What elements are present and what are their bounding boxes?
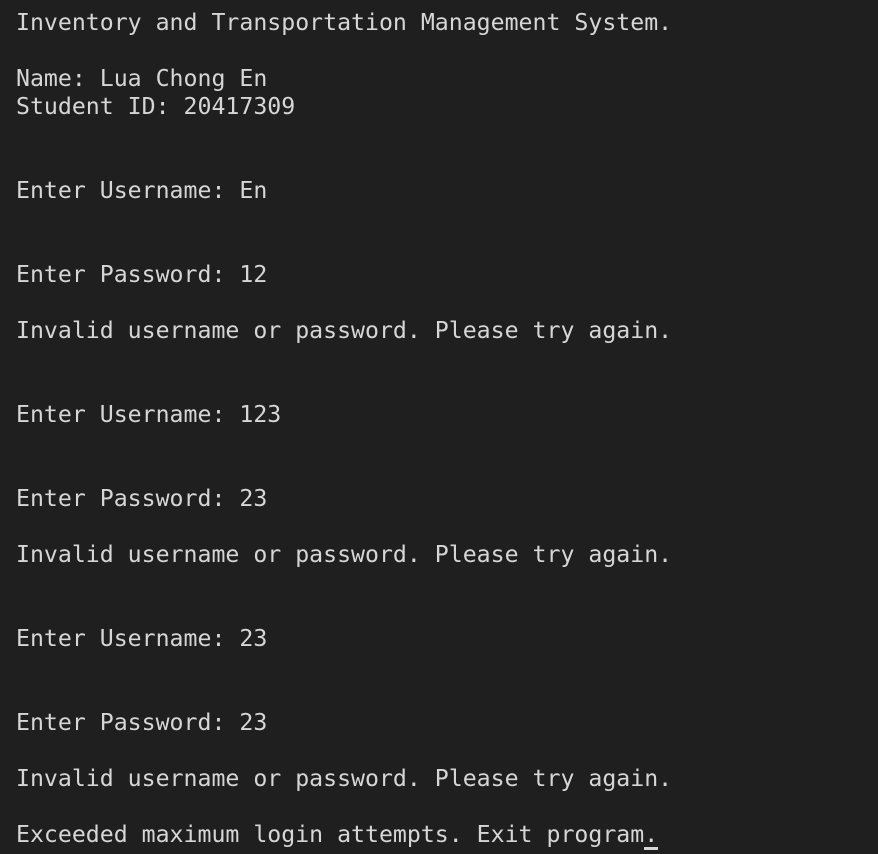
terminal-output: Inventory and Transportation Management … bbox=[16, 9, 673, 850]
terminal-line: Enter Username: 23 bbox=[16, 625, 268, 652]
terminal-line: Invalid username or password. Please try… bbox=[16, 765, 673, 792]
terminal-line: Invalid username or password. Please try… bbox=[16, 541, 673, 568]
terminal-line: Enter Username: 123 bbox=[16, 401, 282, 428]
terminal-line: Exceeded maximum login attempts. Exit pr… bbox=[16, 821, 659, 850]
terminal-line: Enter Password: 12 bbox=[16, 261, 268, 288]
terminal-line: Enter Password: 23 bbox=[16, 485, 268, 512]
terminal-line: Enter Username: En bbox=[16, 177, 268, 204]
terminal-line: Invalid username or password. Please try… bbox=[16, 317, 673, 344]
terminal-line: Enter Password: 23 bbox=[16, 709, 268, 736]
text-cursor bbox=[644, 847, 659, 850]
terminal-line: Student ID: 20417309 bbox=[16, 93, 296, 120]
terminal-line: Inventory and Transportation Management … bbox=[16, 9, 673, 36]
terminal-line: Name: Lua Chong En bbox=[16, 65, 268, 92]
